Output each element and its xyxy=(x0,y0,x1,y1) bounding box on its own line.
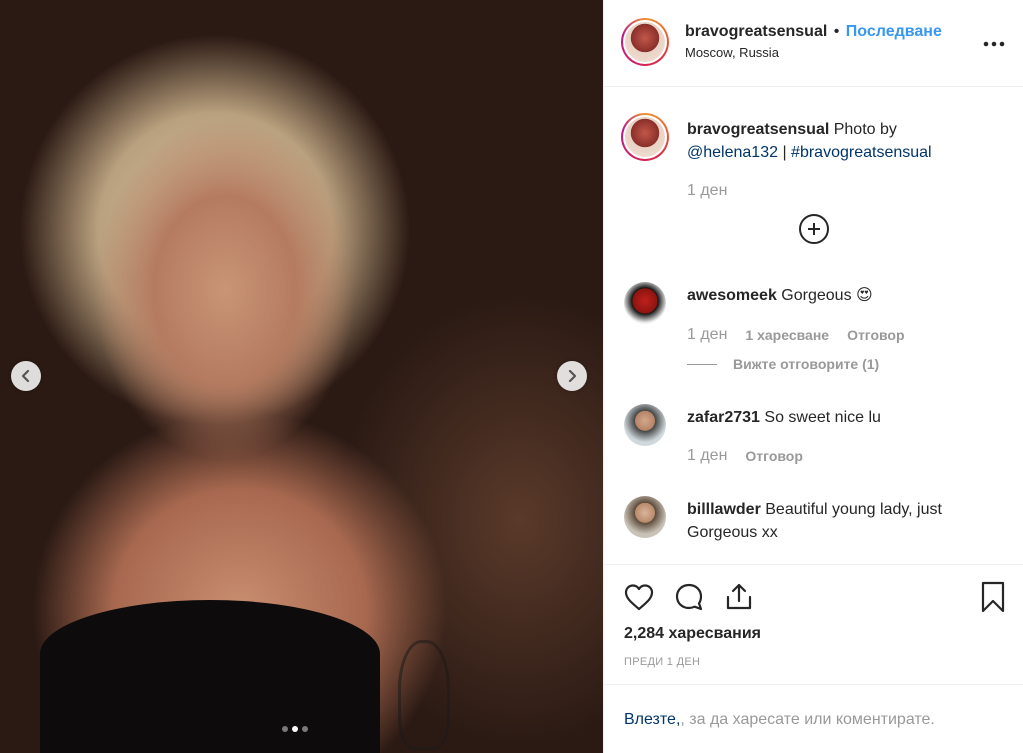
carousel-dot-active xyxy=(292,726,298,732)
comment-body: So sweet nice lu xyxy=(764,409,881,426)
chevron-right-icon xyxy=(568,369,577,383)
comment-button[interactable] xyxy=(672,580,706,614)
photo-detail xyxy=(398,640,450,750)
reply-button[interactable]: Отговор xyxy=(745,448,802,464)
caption-time: 1 ден xyxy=(687,182,728,199)
comment-username[interactable]: billlawder xyxy=(687,501,761,518)
commenter-avatar[interactable] xyxy=(624,282,666,324)
commenter-avatar[interactable] xyxy=(624,404,666,446)
comment-meta: 1 ден 1 харесване Отговор xyxy=(687,326,905,344)
post-actions: 2,284 харесвания ПРЕДИ 1 ДЕН xyxy=(604,564,1023,684)
author-username[interactable]: bravogreatsensual xyxy=(685,23,827,40)
comment-time: 1 ден xyxy=(687,326,728,343)
caption-avatar[interactable] xyxy=(621,113,669,161)
avatar-image xyxy=(625,117,665,157)
share-button[interactable] xyxy=(722,580,756,614)
post-header: bravogreatsensual • Последване Moscow, R… xyxy=(604,0,1023,87)
avatar-image xyxy=(625,22,665,62)
comment-time: 1 ден xyxy=(687,447,728,464)
replies-divider xyxy=(687,363,717,365)
comment-body: Gorgeous 😍 xyxy=(781,287,873,304)
hashtag-link[interactable]: #bravogreatsensual xyxy=(791,144,932,161)
login-line: Влезте,, за да харесате или коментирате. xyxy=(624,711,935,729)
like-button[interactable] xyxy=(622,580,656,614)
save-button[interactable] xyxy=(976,580,1010,614)
comment-username[interactable]: awesomeek xyxy=(687,287,777,304)
bookmark-icon xyxy=(981,581,1005,613)
caption-divider: | xyxy=(782,144,787,161)
comment-text: zafar2731 So sweet nice lu xyxy=(687,406,987,429)
likes-count[interactable]: 2,284 харесвания xyxy=(624,625,761,643)
heart-icon xyxy=(624,584,654,611)
comment-username[interactable]: zafar2731 xyxy=(687,409,760,426)
commenter-avatar[interactable] xyxy=(624,496,666,538)
comment-text: billlawder Beautiful young lady, just Go… xyxy=(687,498,987,544)
login-text: , за да харесате или коментирате. xyxy=(680,711,935,728)
comments-section: bravogreatsensual Photo by @helena132 | … xyxy=(604,88,1023,564)
caption-username[interactable]: bravogreatsensual xyxy=(687,121,829,138)
comment-likes[interactable]: 1 харесване xyxy=(745,327,829,343)
comment-meta: 1 ден Отговор xyxy=(687,447,803,465)
plus-circle-icon xyxy=(808,223,820,235)
reply-button[interactable]: Отговор xyxy=(847,327,904,343)
photo-subject xyxy=(40,600,380,753)
post-panel: bravogreatsensual • Последване Moscow, R… xyxy=(603,0,1023,753)
author-avatar[interactable] xyxy=(621,18,669,66)
comment-icon xyxy=(675,583,703,611)
caption-text: Photo by xyxy=(833,121,897,138)
post-timestamp: ПРЕДИ 1 ДЕН xyxy=(624,656,701,668)
share-icon xyxy=(726,583,752,610)
carousel-dot xyxy=(282,726,288,732)
author-line: bravogreatsensual • Последване xyxy=(685,23,942,41)
more-icon xyxy=(983,41,1005,47)
login-prompt: Влезте,, за да харесате или коментирате. xyxy=(604,684,1023,753)
carousel-next-button[interactable] xyxy=(557,361,587,391)
carousel-prev-button[interactable] xyxy=(11,361,41,391)
chevron-left-icon xyxy=(21,369,30,383)
post-photo[interactable] xyxy=(0,0,603,753)
carousel-indicators xyxy=(282,726,308,732)
separator-dot: • xyxy=(833,23,840,40)
location-link[interactable]: Moscow, Russia xyxy=(685,45,779,60)
login-link[interactable]: Влезте, xyxy=(624,711,680,728)
more-options-button[interactable] xyxy=(983,30,1005,53)
view-replies-label[interactable]: Вижте отговорите (1) xyxy=(733,356,879,372)
carousel-dot xyxy=(302,726,308,732)
follow-button[interactable]: Последване xyxy=(846,23,942,40)
caption: bravogreatsensual Photo by @helena132 | … xyxy=(687,118,987,164)
view-replies[interactable]: Вижте отговорите (1) xyxy=(687,356,879,372)
mention-link[interactable]: @helena132 xyxy=(687,144,778,161)
load-more-comments-button[interactable] xyxy=(799,214,829,244)
comment-text: awesomeek Gorgeous 😍 xyxy=(687,284,987,307)
